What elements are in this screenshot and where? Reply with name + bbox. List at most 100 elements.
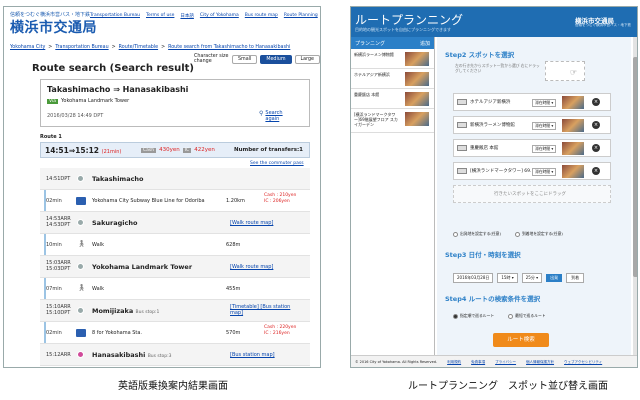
sidebar-spot-item[interactable]: [横浜ランドマークタワー]69階展望フロア スカイガーデン	[351, 109, 434, 133]
top-link-transportation[interactable]: Transportation Bureau	[90, 13, 140, 19]
footer-link-accessibility[interactable]: ウェブアクセシビリティ	[564, 360, 602, 365]
drag-handle-icon[interactable]	[457, 145, 467, 151]
planning-main: Step2 スポットを選択 左の行き先からスポット一覧から選び 右にドラッグして…	[437, 37, 631, 355]
radio-icon[interactable]	[514, 231, 520, 237]
sidebar-spot-item[interactable]: ホテルアジア新横浜	[351, 69, 434, 89]
date-field[interactable]: 2016年03月28日	[453, 273, 494, 283]
walk-icon: 🚶︎	[77, 284, 86, 292]
step3-heading: Step3 日付・時刻を選択	[445, 251, 521, 259]
subway-icon	[76, 197, 86, 205]
commuter-pass-link[interactable]: See the commuter pass	[250, 161, 304, 166]
step-duration: 10min	[46, 242, 62, 248]
spot-row[interactable]: 重慶飯店 本館 滞在時間 ▾ ×	[453, 139, 611, 157]
destination-radio-option[interactable]: 到着地を設定する(任意)	[514, 231, 563, 237]
spot-row[interactable]: 新横浜ラーメン博物館 滞在時間 ▾ ×	[453, 116, 611, 134]
sidebar-add-button[interactable]: 追加	[420, 40, 430, 47]
hour-select[interactable]: 15時 ▾	[497, 273, 518, 283]
station-name-text: Momijizaka	[92, 307, 134, 315]
bus-stop-number: Bus stop:3	[147, 354, 172, 359]
footer-link-terms[interactable]: 利用規約	[447, 360, 461, 365]
scrollbar-thumb[interactable]	[633, 57, 637, 277]
close-icon[interactable]: ×	[592, 167, 600, 175]
brand-logo[interactable]: 横浜市交通局	[10, 17, 97, 37]
step-row: 02min Yokohama City Subway Blue Line for…	[40, 190, 310, 212]
stay-time-select[interactable]: 滞在時間 ▾	[532, 145, 557, 153]
radio-icon[interactable]	[453, 313, 458, 319]
sidebar-spot-item[interactable]: 新横浜ラーメン博物館	[351, 49, 434, 69]
route-search-button[interactable]: ルート検索	[493, 333, 549, 347]
cash-fare: 430yen	[159, 147, 180, 153]
scrollbar[interactable]	[633, 37, 637, 355]
depart-toggle[interactable]: 出発	[546, 274, 563, 282]
station-name: Takashimacho	[92, 175, 144, 183]
walk-route-map-link[interactable]: [Walk route map]	[230, 220, 273, 226]
top-link-route-planning[interactable]: Route Planning	[284, 13, 318, 19]
via-place: Yokohama Landmark Tower	[61, 98, 130, 104]
crumb-city[interactable]: Yokohama City	[10, 45, 45, 50]
spot-name: ホテルアジア新横浜	[470, 100, 511, 105]
footer-link-privacy[interactable]: プライバシー	[495, 360, 516, 365]
footer-link-disclaimer[interactable]: 免責事項	[471, 360, 485, 365]
top-link-bus-map[interactable]: Bus route map	[245, 13, 278, 19]
stay-time-select[interactable]: 滞在時間 ▾	[532, 99, 557, 107]
ic-tag: IC	[182, 147, 192, 153]
spot-thumbnail	[405, 92, 429, 106]
size-medium-button[interactable]: Medium	[260, 54, 292, 64]
radio-icon[interactable]	[508, 313, 514, 319]
crumb-current[interactable]: Route search from Takashimacho to Hanasa…	[168, 45, 290, 50]
page-title: Route search (Search result)	[32, 63, 195, 74]
planning-subtitle: 目的地の観光スポットを自由にプランニングできます	[355, 27, 451, 32]
close-icon[interactable]: ×	[592, 98, 600, 106]
drop-target[interactable]: ☞	[545, 61, 585, 81]
bus-station-map-link[interactable]: [Bus station map]	[230, 352, 275, 358]
shortest-route-label: 最短で巡るルート	[515, 313, 546, 318]
top-link-japanese[interactable]: 日本語	[180, 13, 194, 19]
timetable-link[interactable]: [Timetable] [Bus station map]	[230, 304, 300, 316]
bus-stop-number: Bus stop:1	[135, 310, 160, 315]
spot-thumbnail	[405, 112, 429, 126]
size-small-button[interactable]: Small	[231, 54, 258, 64]
drag-handle-icon[interactable]	[457, 122, 467, 128]
crumb-route[interactable]: Route/Timetable	[119, 45, 158, 50]
origin-radio-option[interactable]: 出発地を設定する(任意)	[453, 231, 501, 237]
depart-time: 15:03DPT	[46, 266, 71, 272]
sidebar-spot-label: 重慶飯店 本館	[354, 92, 380, 97]
step-time: 14:51DPT	[46, 176, 71, 182]
left-caption: 英語版乗換案内結果画面	[118, 381, 228, 392]
walk-route-map-link[interactable]: [Walk route map]	[230, 264, 273, 270]
spot-thumbnail	[562, 165, 584, 178]
step4-heading: Step4 ルートの検索条件を選択	[445, 295, 541, 303]
drag-handle-icon[interactable]	[457, 99, 467, 105]
search-again-link[interactable]: ⚲ Search again	[259, 110, 283, 122]
close-icon[interactable]: ×	[592, 144, 600, 152]
spot-row[interactable]: [横浜ランドマークタワー] 69… 滞在時間 ▾ ×	[453, 162, 611, 180]
stay-time-select[interactable]: 滞在時間 ▾	[532, 168, 557, 176]
search-summary-box: Takashimacho ⇒ Hanasakibashi Via Yokoham…	[40, 79, 310, 127]
step-time: 15:03ARR 15:03DPT	[46, 260, 71, 272]
route-duration: (21min)	[101, 149, 122, 155]
drag-handle-icon[interactable]	[457, 168, 467, 174]
route-time-range: 14:51⇒15:12	[45, 146, 100, 155]
step-duration: 02min	[46, 330, 62, 336]
top-link-city[interactable]: City of Yokohama	[200, 13, 239, 19]
minute-select[interactable]: 25分 ▾	[521, 273, 543, 283]
footer-link-policy[interactable]: 個人情報保護方針	[526, 360, 554, 365]
size-large-button[interactable]: Large	[294, 54, 320, 64]
step-fare: Cash : 210yen IC : 206yen	[264, 193, 296, 205]
ordered-route-option[interactable]: 指定順で巡るルート	[453, 313, 494, 319]
step-mode: Walk	[92, 286, 104, 292]
spot-row[interactable]: ホテルアジア新横浜 滞在時間 ▾ ×	[453, 93, 611, 111]
shortest-route-option[interactable]: 最短で巡るルート	[508, 313, 546, 319]
sidebar-spot-item[interactable]: 重慶飯店 本館	[351, 89, 434, 109]
search-again-label: Search again	[265, 110, 283, 122]
radio-icon[interactable]	[453, 231, 458, 237]
empty-spot-slot[interactable]: 行きたいスポットをここにドラッグ	[453, 185, 611, 203]
crumb-bureau[interactable]: Transportation Bureau	[55, 45, 108, 50]
step-ic-fare: IC : 206yen	[264, 199, 290, 204]
arrive-toggle[interactable]: 到着	[566, 273, 585, 283]
stay-time-select[interactable]: 滞在時間 ▾	[532, 122, 557, 130]
line-name: 8 for Yokohama Sta.	[92, 330, 143, 336]
size-label: Character size change	[194, 54, 229, 64]
top-link-terms[interactable]: Terms of use	[146, 13, 174, 19]
close-icon[interactable]: ×	[592, 121, 600, 129]
